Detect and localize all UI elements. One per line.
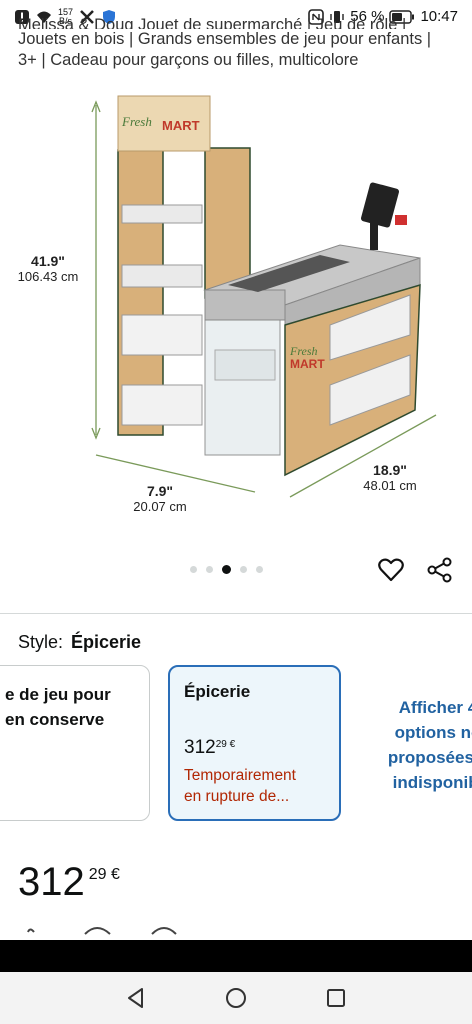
style-option-name: Épicerie bbox=[184, 682, 251, 701]
carousel-dot[interactable] bbox=[256, 566, 263, 573]
price-whole: 312 bbox=[18, 860, 85, 904]
recents-icon[interactable] bbox=[324, 986, 348, 1010]
carousel-dot[interactable] bbox=[240, 566, 247, 573]
partial-icons-row bbox=[0, 918, 472, 940]
style-option-card-selected[interactable]: Épicerie 31229 € Temporairement en ruptu… bbox=[168, 665, 341, 821]
price: 312 29 € bbox=[18, 860, 120, 905]
style-option-card[interactable]: e de jeu pour en conserve bbox=[0, 665, 150, 821]
home-icon[interactable] bbox=[224, 986, 248, 1010]
cabinet-mart-text: MART bbox=[290, 357, 325, 371]
style-label-row: Style: Épicerie bbox=[18, 632, 141, 653]
product-title-line2: 3+ | Cadeau pour garçons ou filles, mult… bbox=[18, 51, 359, 69]
heart-icon[interactable] bbox=[377, 556, 405, 584]
style-selected-value: Épicerie bbox=[71, 632, 142, 652]
dimension-width: 18.9" 48.01 cm bbox=[363, 462, 417, 493]
sign-fresh-text: Fresh bbox=[121, 114, 152, 129]
price-fraction: 29 € bbox=[88, 866, 120, 883]
navigation-bar bbox=[0, 972, 472, 1024]
divider bbox=[0, 613, 472, 614]
cabinet-fresh-text: Fresh bbox=[289, 344, 318, 358]
carousel-dot[interactable] bbox=[190, 566, 197, 573]
product-image[interactable]: Fresh MART Fresh MART 41.9" 106.43 cm 7.… bbox=[0, 90, 472, 530]
stock-status: Temporairement en rupture de... bbox=[184, 767, 296, 805]
dimension-height: 41.9" 106.43 cm bbox=[17, 253, 79, 284]
carousel-dot-active[interactable] bbox=[222, 565, 231, 574]
style-label: Style: bbox=[18, 632, 64, 652]
carousel-indicator bbox=[190, 565, 263, 574]
dimension-depth: 7.9" 20.07 cm bbox=[133, 483, 187, 514]
back-icon[interactable] bbox=[124, 986, 148, 1010]
product-title: Melissa & Doug Jouet de supermarché | Je… bbox=[18, 16, 463, 71]
system-bar bbox=[0, 940, 472, 972]
style-option-price: 31229 € bbox=[184, 737, 236, 758]
carousel-dot[interactable] bbox=[206, 566, 213, 573]
more-options-link[interactable]: Afficher 4 options no proposées e indisp… bbox=[368, 695, 472, 795]
sign-mart-text: MART bbox=[162, 118, 200, 133]
style-option-text: e de jeu pour en conserve bbox=[5, 685, 111, 729]
product-title-line1: Jouets en bois | Grands ensembles de jeu… bbox=[18, 30, 432, 48]
share-icon[interactable] bbox=[426, 556, 454, 584]
product-title-line0: Melissa & Doug Jouet de supermarché | Je… bbox=[18, 16, 407, 29]
